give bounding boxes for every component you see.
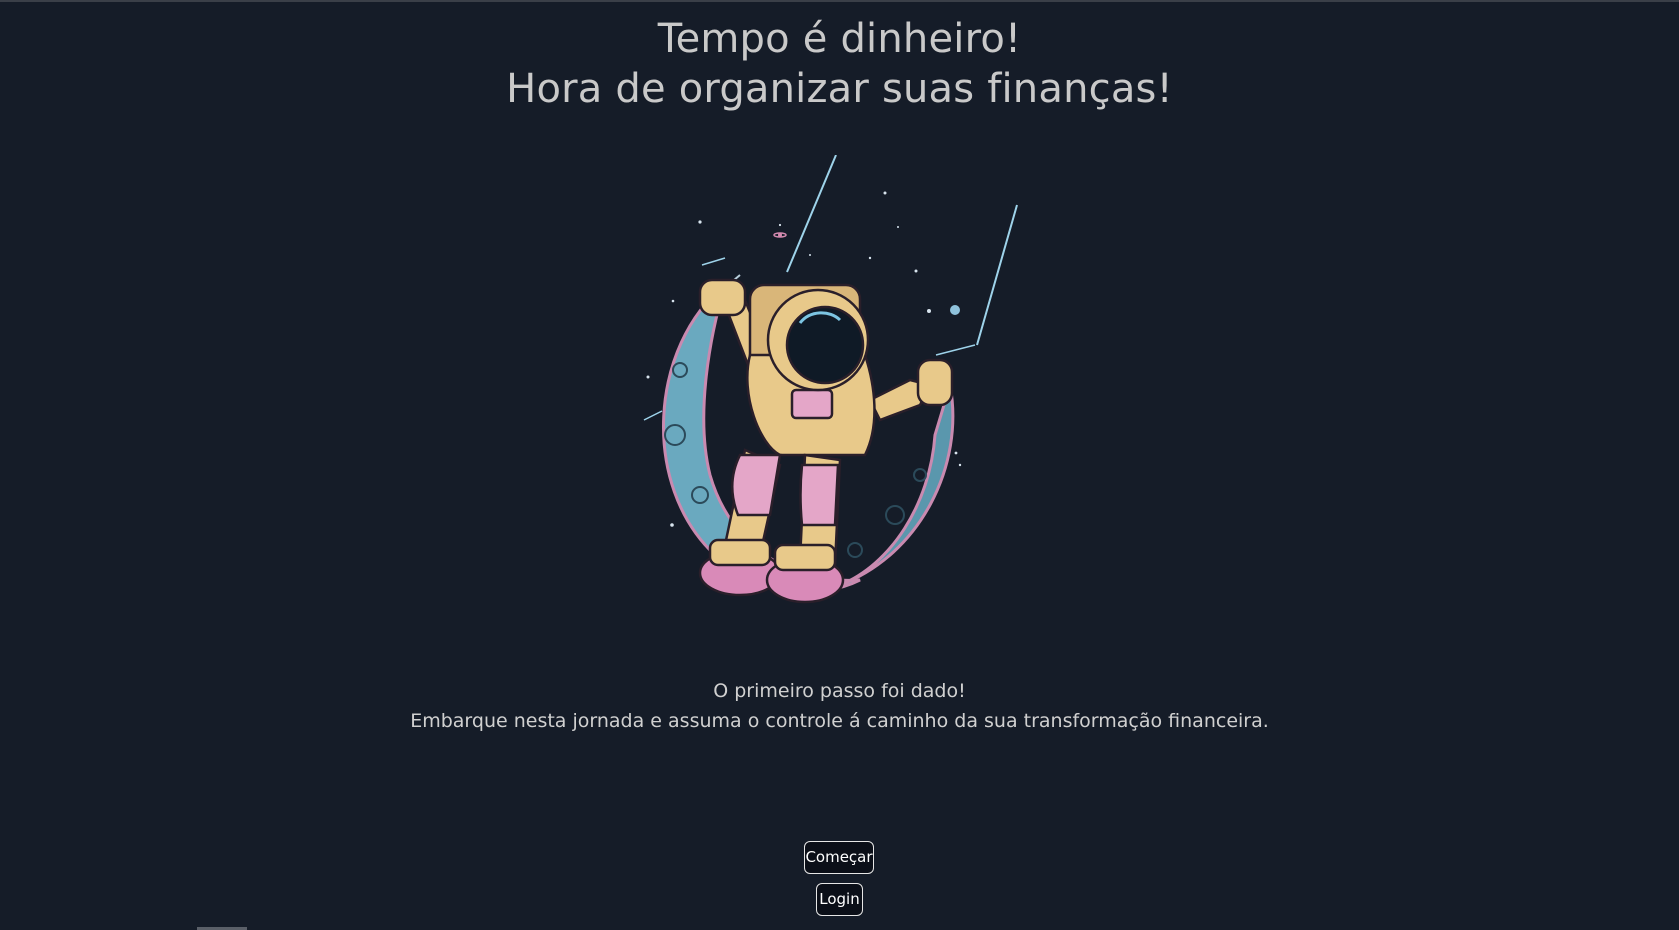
intro-line-2: Embarque nesta jornada e assuma o contro… [410, 710, 1269, 732]
landing-page: Tempo é dinheiro! Hora de organizar suas… [0, 0, 1679, 930]
title-line-2: Hora de organizar suas finanças! [506, 66, 1173, 112]
title-line-1: Tempo é dinheiro! [657, 16, 1022, 62]
top-border [0, 0, 1679, 2]
astronaut-illustration [630, 154, 1050, 655]
login-button[interactable]: Login [816, 883, 863, 916]
astronaut-on-moon-icon [643, 154, 1018, 604]
intro-line-1: O primeiro passo foi dado! [713, 680, 966, 702]
page-title: Tempo é dinheiro! Hora de organizar suas… [0, 14, 1679, 114]
start-button[interactable]: Começar [804, 841, 874, 874]
intro-text: O primeiro passo foi dado! Embarque nest… [0, 676, 1679, 736]
